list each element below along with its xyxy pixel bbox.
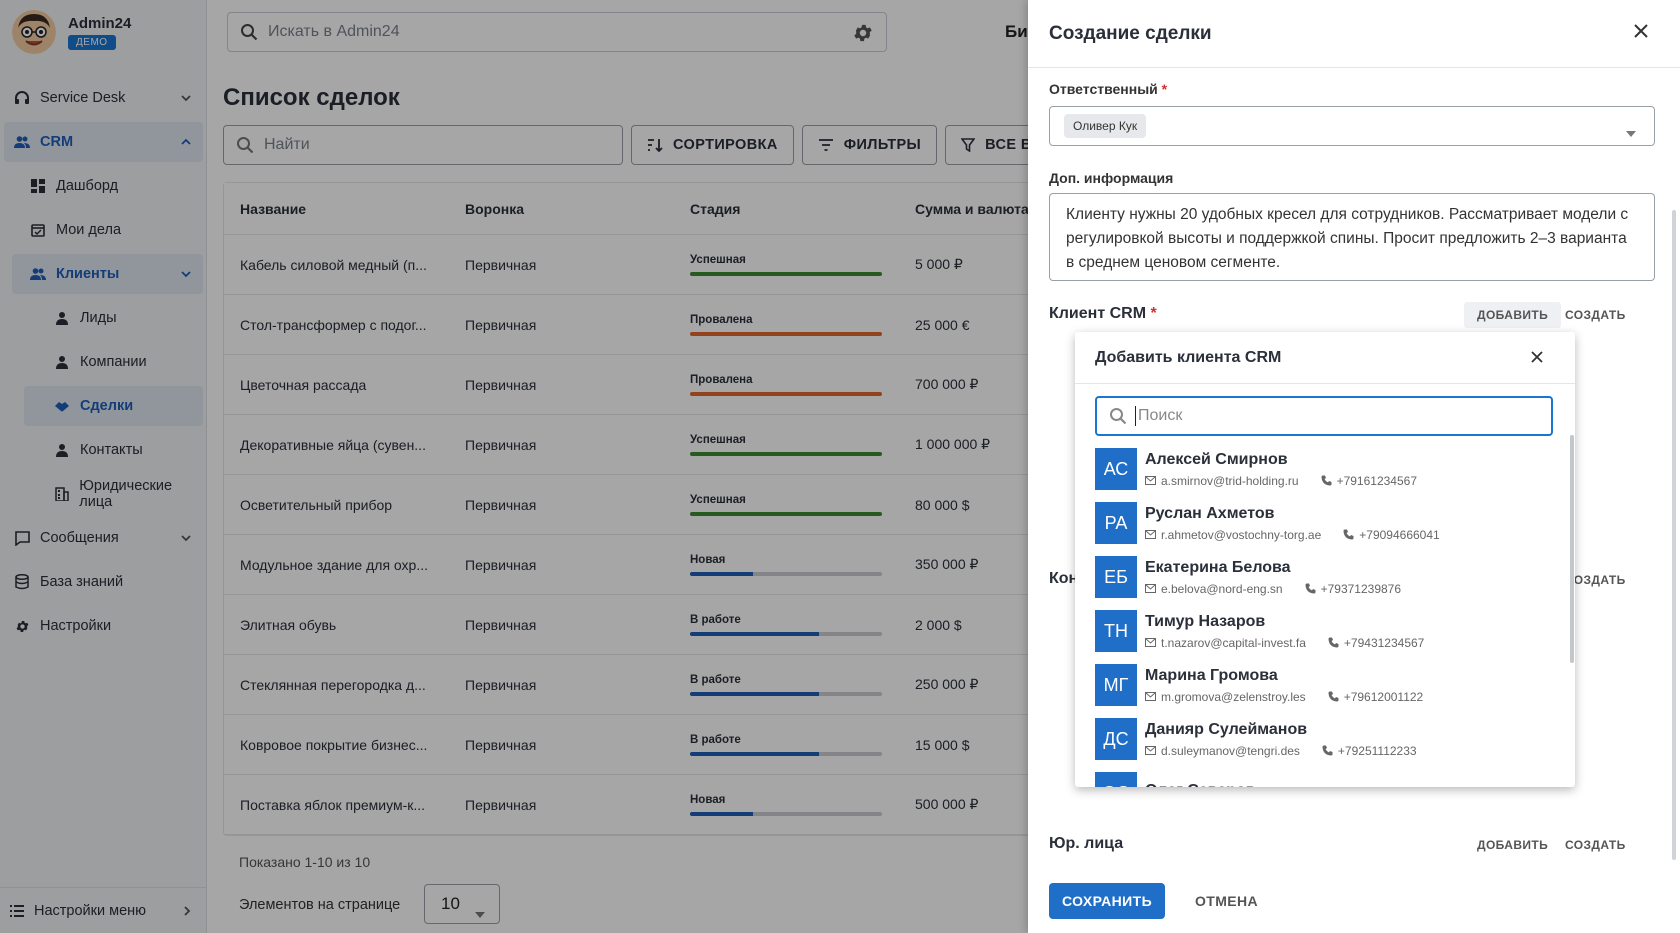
add-client-popup: Добавить клиента CRM Поиск АС Алексей Сми… bbox=[1075, 332, 1575, 787]
client-info: Руслан Ахметов r.ahmetov@vostochny-torg.a… bbox=[1145, 505, 1440, 542]
client-meta: r.ahmetov@vostochny-torg.ae +79094666041 bbox=[1145, 528, 1440, 542]
client-name: Руслан Ахметов bbox=[1145, 504, 1275, 522]
client-avatar: ЕБ bbox=[1095, 556, 1137, 598]
close-icon[interactable] bbox=[1531, 350, 1543, 368]
client-email: e.belova@nord-eng.sn bbox=[1161, 581, 1283, 596]
client-list-item[interactable]: ОС Олег Северов bbox=[1095, 766, 1557, 787]
client-phone-number: +79251112233 bbox=[1337, 743, 1417, 758]
legal-create-button[interactable]: СОЗДАТЬ bbox=[1552, 832, 1639, 858]
client-phone: +79612001122 bbox=[1328, 689, 1424, 704]
mail-icon bbox=[1145, 530, 1156, 539]
client-list-item[interactable]: ДС Данияр Сулейманов d.suleymanov@tengri.d… bbox=[1095, 712, 1557, 766]
drawer-scrollbar[interactable] bbox=[1672, 210, 1676, 860]
client-avatar: ОС bbox=[1095, 772, 1137, 787]
client-phone: +79431234567 bbox=[1328, 636, 1424, 650]
search-icon bbox=[1109, 407, 1127, 425]
responsible-chip[interactable]: Оливер Кук bbox=[1064, 114, 1147, 138]
app-root: Admin24 ДЕМО Service Desk CRM Дашборд Мо… bbox=[0, 0, 1680, 933]
client-phone-number: +79161234567 bbox=[1336, 473, 1417, 488]
phone-icon bbox=[1322, 745, 1333, 756]
modal-backdrop[interactable] bbox=[0, 0, 1028, 933]
client-avatar: ТН bbox=[1095, 610, 1137, 652]
mail-icon bbox=[1145, 476, 1156, 485]
drawer-title: Создание сделки bbox=[1028, 0, 1680, 68]
client-email: d.suleymanov@tengri.des bbox=[1161, 743, 1300, 758]
cancel-button[interactable]: ОТМЕНА bbox=[1195, 883, 1258, 919]
phone-icon bbox=[1328, 637, 1339, 648]
phone-icon bbox=[1321, 475, 1332, 486]
phone-icon bbox=[1328, 691, 1339, 702]
legal-add-button[interactable]: ДОБАВИТЬ bbox=[1464, 832, 1561, 858]
client-add-button[interactable]: ДОБАВИТЬ bbox=[1464, 302, 1562, 328]
client-list: АС Алексей Смирнов a.smirnov@trid-holding.… bbox=[1095, 442, 1557, 787]
client-email: a.smirnov@trid-holding.ru bbox=[1161, 473, 1299, 488]
phone-icon bbox=[1343, 529, 1354, 540]
client-create-button[interactable]: СОЗДАТЬ bbox=[1552, 302, 1639, 328]
client-list-item[interactable]: ТН Тимур Назаров t.nazarov@capital-invest.… bbox=[1095, 604, 1557, 658]
client-meta: d.suleymanov@tengri.des +79251112233 bbox=[1145, 744, 1417, 758]
mail-icon bbox=[1145, 584, 1156, 593]
client-name: Екатерина Белова bbox=[1145, 558, 1291, 576]
client-name: Алексей Смирнов bbox=[1145, 450, 1288, 468]
client-meta: m.gromova@zelenstroy.les +79612001122 bbox=[1145, 690, 1423, 704]
legal-label: Юр. лица bbox=[1049, 835, 1124, 852]
client-avatar: ДС bbox=[1095, 718, 1137, 760]
client-info: Олег Северов bbox=[1145, 782, 1256, 788]
required-mark: * bbox=[1161, 81, 1168, 97]
save-button[interactable]: СОХРАНИТЬ bbox=[1049, 883, 1165, 919]
client-avatar: АС bbox=[1095, 448, 1137, 490]
info-label: Доп. информация bbox=[1049, 170, 1174, 186]
client-phone: +79161234567 bbox=[1321, 474, 1417, 488]
client-avatar: РА bbox=[1095, 502, 1137, 544]
client-phone: +79251112233 bbox=[1322, 744, 1417, 758]
required-mark: * bbox=[1150, 305, 1157, 322]
client-search-input[interactable]: Поиск bbox=[1095, 396, 1553, 436]
client-email: r.ahmetov@vostochny-torg.ae bbox=[1161, 527, 1322, 542]
client-list-scrollbar[interactable] bbox=[1570, 435, 1574, 663]
client-phone-number: +79431234567 bbox=[1343, 635, 1425, 650]
caret-down-icon bbox=[1626, 124, 1636, 142]
client-email: m.gromova@zelenstroy.les bbox=[1161, 689, 1306, 704]
popup-title: Добавить клиента CRM bbox=[1075, 332, 1575, 384]
client-phone-number: +79612001122 bbox=[1343, 689, 1424, 704]
client-info: Данияр Сулейманов d.suleymanov@tengri.des… bbox=[1145, 721, 1417, 758]
client-info: Екатерина Белова e.belova@nord-eng.sn +793… bbox=[1145, 559, 1401, 596]
phone-icon bbox=[1305, 583, 1316, 594]
close-icon[interactable] bbox=[1634, 24, 1648, 43]
client-name: Тимур Назаров bbox=[1145, 612, 1266, 630]
responsible-select[interactable]: Оливер Кук bbox=[1049, 106, 1655, 146]
client-avatar: МГ bbox=[1095, 664, 1137, 706]
mail-icon bbox=[1145, 746, 1156, 755]
client-meta: a.smirnov@trid-holding.ru +79161234567 bbox=[1145, 474, 1417, 488]
client-info: Алексей Смирнов a.smirnov@trid-holding.ru… bbox=[1145, 451, 1417, 488]
client-email: t.nazarov@capital-invest.fa bbox=[1161, 635, 1306, 650]
client-crm-label-text: Клиент CRM bbox=[1049, 305, 1147, 322]
responsible-label: Ответственный * bbox=[1049, 81, 1167, 97]
client-crm-label: Клиент CRM * bbox=[1049, 305, 1157, 323]
client-search-placeholder: Поиск bbox=[1138, 407, 1183, 424]
client-info: Марина Громова m.gromova@zelenstroy.les +7… bbox=[1145, 667, 1423, 704]
client-list-item[interactable]: МГ Марина Громова m.gromova@zelenstroy.les… bbox=[1095, 658, 1557, 712]
client-phone-number: +79371239876 bbox=[1320, 581, 1402, 596]
mail-icon bbox=[1145, 638, 1156, 647]
mail-icon bbox=[1145, 692, 1156, 701]
client-phone-number: +79094666041 bbox=[1359, 527, 1440, 542]
client-phone: +79371239876 bbox=[1305, 582, 1401, 596]
client-meta: t.nazarov@capital-invest.fa +79431234567 bbox=[1145, 636, 1424, 650]
contacts-label: Кон bbox=[1049, 570, 1079, 587]
client-list-item[interactable]: РА Руслан Ахметов r.ahmetov@vostochny-torg… bbox=[1095, 496, 1557, 550]
client-name: Марина Громова bbox=[1145, 666, 1278, 684]
info-textarea[interactable]: Клиенту нужны 20 удобных кресел для сотр… bbox=[1049, 193, 1655, 281]
responsible-label-text: Ответственный bbox=[1049, 81, 1158, 97]
client-name: Олег Северов bbox=[1145, 782, 1256, 788]
client-info: Тимур Назаров t.nazarov@capital-invest.fa… bbox=[1145, 613, 1424, 650]
client-list-item[interactable]: ЕБ Екатерина Белова e.belova@nord-eng.sn +7… bbox=[1095, 550, 1557, 604]
client-phone: +79094666041 bbox=[1343, 527, 1440, 542]
client-name: Данияр Сулейманов bbox=[1145, 720, 1308, 738]
client-list-item[interactable]: АС Алексей Смирнов a.smirnov@trid-holding.… bbox=[1095, 442, 1557, 496]
text-cursor bbox=[1135, 406, 1136, 426]
client-meta: e.belova@nord-eng.sn +79371239876 bbox=[1145, 582, 1401, 596]
